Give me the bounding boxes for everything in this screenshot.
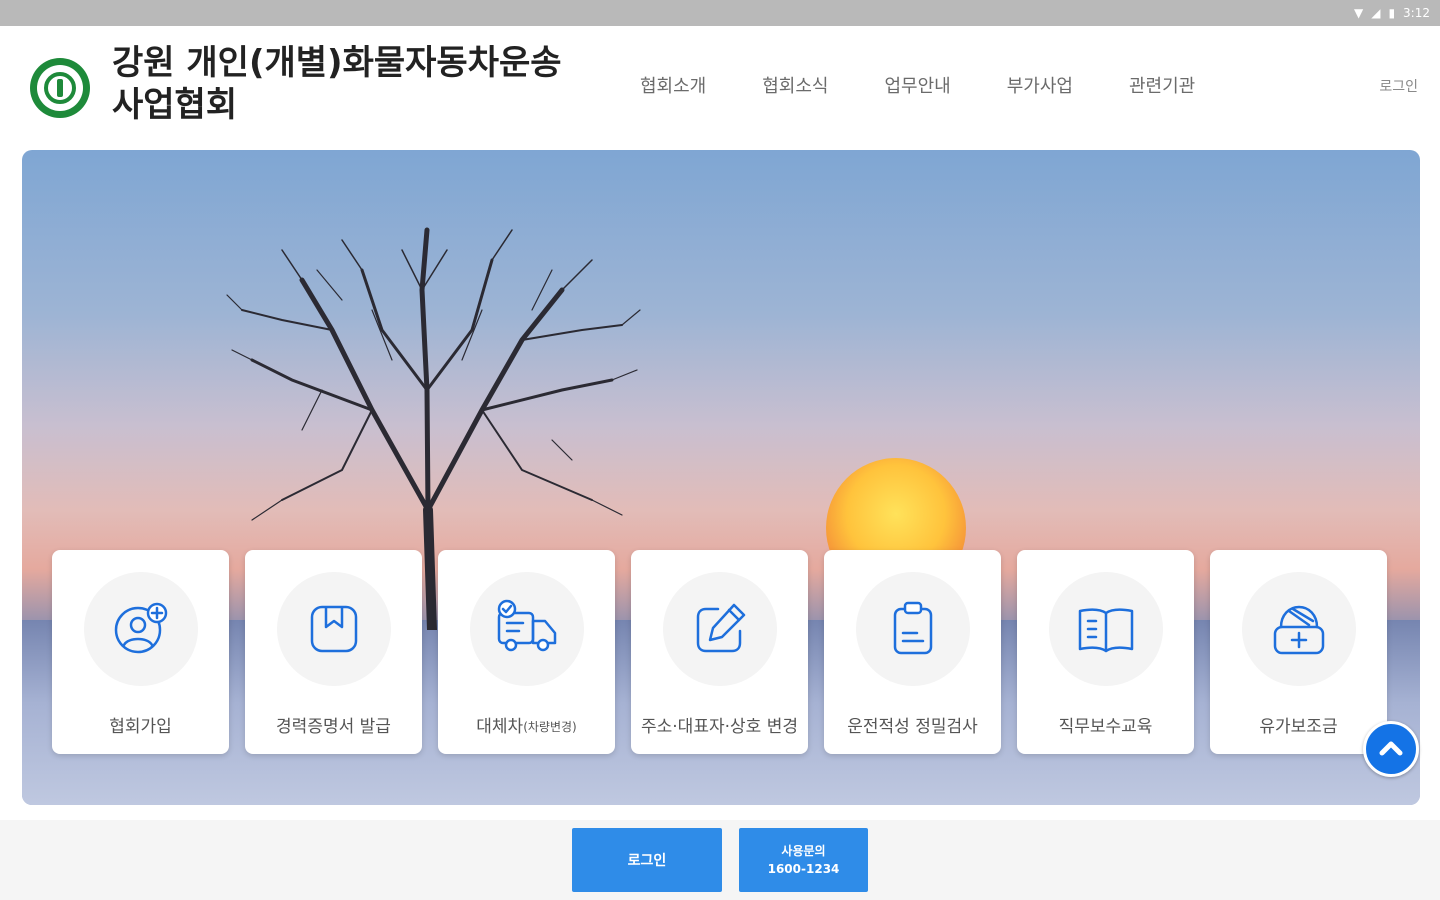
- user-add-icon: [114, 602, 167, 654]
- service-label-replacement-sub: (차량변경): [523, 720, 577, 734]
- service-card-replacement-vehicle[interactable]: 대체차 (차량변경): [438, 550, 615, 754]
- inquiry-phone: 1600-1234: [767, 862, 840, 876]
- wifi-icon: ▼: [1353, 6, 1364, 20]
- header-login-link[interactable]: 로그인: [1379, 76, 1418, 96]
- status-bar: ▼ ◢ ▮ 3:12: [0, 0, 1440, 26]
- icon-circle: [469, 572, 584, 686]
- nav-item-related-orgs[interactable]: 관련기관: [1129, 72, 1195, 98]
- association-logo[interactable]: [30, 58, 90, 118]
- service-label-join: 협회가입: [109, 717, 172, 737]
- medical-bag-icon: [1273, 605, 1324, 655]
- icon-circle: [1048, 572, 1163, 686]
- service-label-aptitude-test: 운전적성 정밀검사: [847, 717, 978, 737]
- icon-circle: [276, 572, 391, 686]
- signal-icon: ◢: [1371, 6, 1381, 20]
- title-line-2: 사업협회: [112, 85, 238, 125]
- service-label-replacement-vehicle: 대체차 (차량변경): [447, 702, 607, 752]
- service-card-fuel-subsidy[interactable]: 유가보조금: [1210, 550, 1387, 754]
- icon-circle: [1241, 572, 1356, 686]
- nav-item-about[interactable]: 협회소개: [640, 72, 706, 98]
- battery-icon: ▮: [1388, 6, 1396, 20]
- service-card-career-certificate[interactable]: 경력증명서 발급: [245, 550, 422, 754]
- service-label-job-training: 직무보수교육: [1058, 717, 1153, 737]
- edit-icon: [696, 603, 745, 653]
- nav-item-extra-business[interactable]: 부가사업: [1007, 72, 1073, 98]
- page-title: 강원 개인(개별)화물자동차운송 사업협회: [112, 42, 562, 126]
- login-button[interactable]: 로그인: [572, 828, 722, 892]
- service-label-info-change: 주소·대표자·상호 변경: [641, 717, 798, 737]
- title-line-1: 강원 개인(개별)화물자동차운송: [112, 43, 562, 83]
- service-label-career-certificate: 경력증명서 발급: [276, 717, 391, 737]
- book-open-icon: [1078, 608, 1133, 653]
- header: 강원 개인(개별)화물자동차운송 사업협회 협회소개 협회소식 업무안내 부가사…: [0, 26, 1440, 146]
- icon-circle: [83, 572, 198, 686]
- bookmark-icon: [310, 605, 357, 653]
- nav-item-services[interactable]: 업무안내: [885, 72, 951, 98]
- icon-circle: [662, 572, 777, 686]
- chevron-up-icon: [1379, 741, 1403, 756]
- service-card-join[interactable]: 협회가입: [52, 550, 229, 754]
- icon-circle: [855, 572, 970, 686]
- status-time: 3:12: [1403, 6, 1430, 20]
- service-label-replacement-main: 대체차: [476, 717, 524, 737]
- service-cards: 협회가입 경력증명서 발급 대체차 (차량변경) 주소·대표자·상호 변경 운전…: [52, 550, 1387, 754]
- truck-check-icon: [497, 599, 556, 652]
- clipboard-icon: [893, 601, 932, 655]
- nav-item-news[interactable]: 협회소식: [762, 72, 828, 98]
- service-card-aptitude-test[interactable]: 운전적성 정밀검사: [824, 550, 1001, 754]
- scroll-top-button[interactable]: [1363, 721, 1419, 777]
- service-label-fuel-subsidy: 유가보조금: [1259, 717, 1338, 737]
- inquiry-label: 사용문의: [781, 844, 826, 858]
- service-card-info-change[interactable]: 주소·대표자·상호 변경: [631, 550, 808, 754]
- service-card-job-training[interactable]: 직무보수교육: [1017, 550, 1194, 754]
- bottom-action-bar: 로그인 사용문의 1600-1234: [0, 820, 1440, 900]
- main-nav: 협회소개 협회소식 업무안내 부가사업 관련기관: [640, 72, 1195, 98]
- inquiry-button[interactable]: 사용문의 1600-1234: [739, 828, 868, 892]
